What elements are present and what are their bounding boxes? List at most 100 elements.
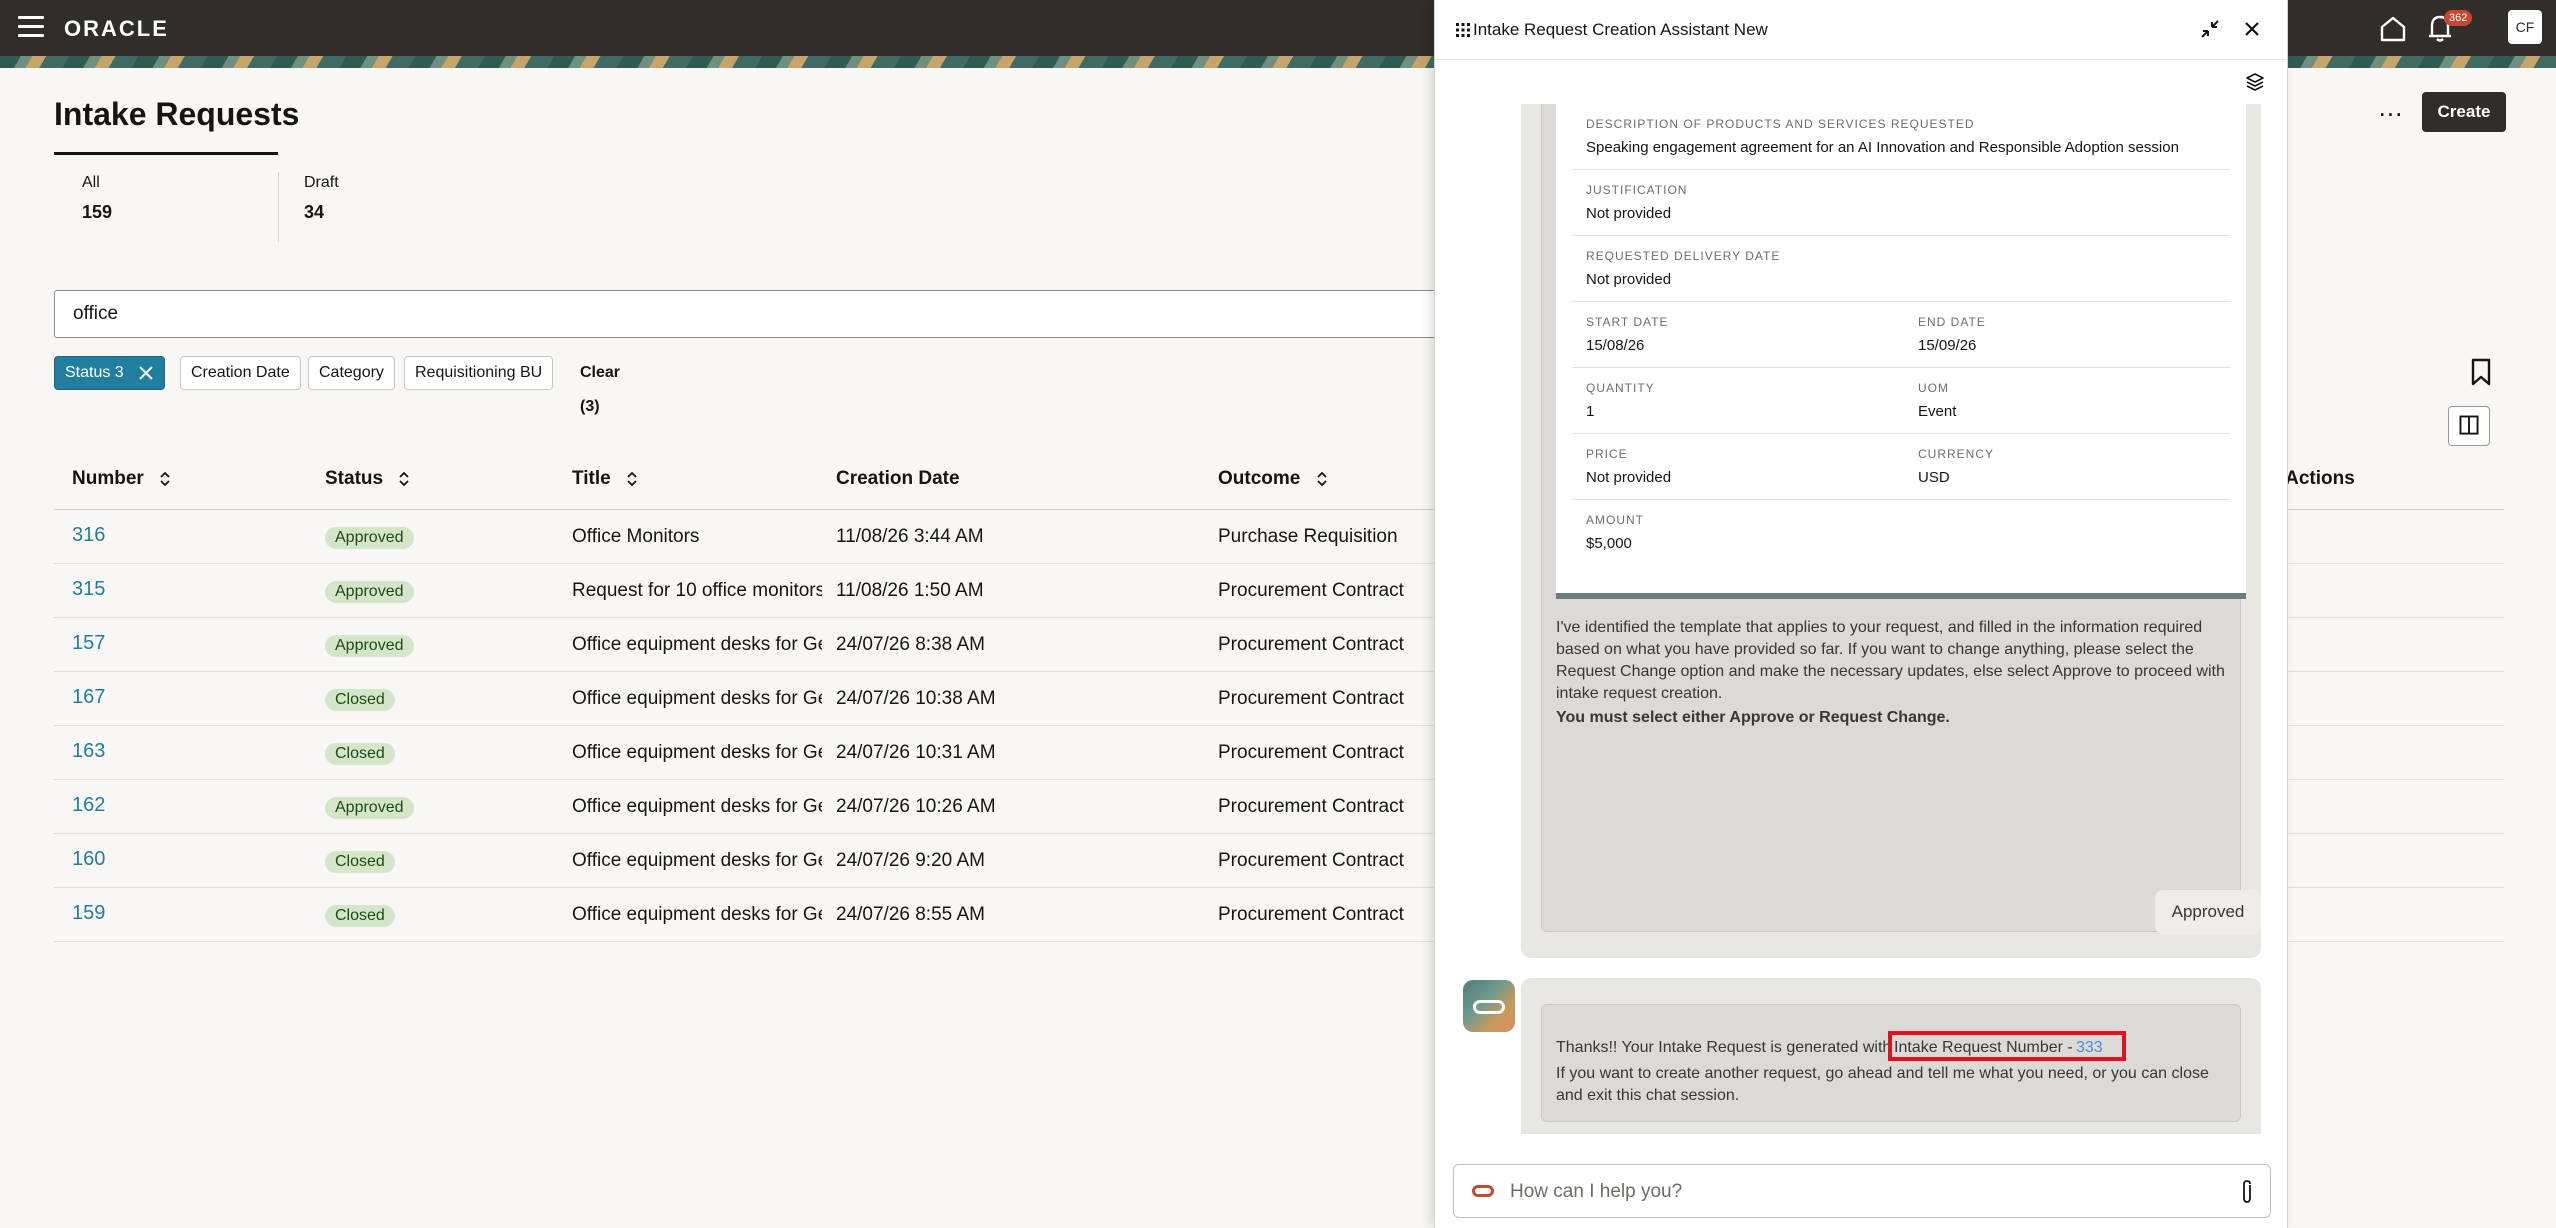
field-divider [1572,433,2230,434]
uom-value: Event [1918,403,1957,420]
column-header-label: Outcome [1218,468,1301,489]
creation-date: 24/07/26 10:38 AM [836,688,996,709]
columns-icon [2459,415,2479,435]
column-header-label: Title [572,468,611,489]
outcome: Procurement Contract [1218,580,1404,601]
description-value: Speaking engagement agreement for an AI … [1586,139,2179,156]
creation-date: 11/08/26 3:44 AM [836,526,984,547]
status-badge: Closed [325,689,395,711]
chat-transcript[interactable]: DESCRIPTION OF PRODUCTS AND SERVICES REQ… [1435,104,2287,1134]
status-filter-chip[interactable]: Status 3 [54,356,165,390]
intake-request-number-label: Intake Request Number - [1894,1039,2073,1056]
request-title: Office equipment desks for Ge [572,796,822,817]
count-tab-all[interactable]: All 159 [82,174,112,223]
request-number-link[interactable]: 159 [72,902,105,924]
create-button[interactable]: Create [2422,92,2506,132]
selected-tab-indicator [54,152,278,155]
notification-badge: 362 [2444,10,2473,26]
field-divider [1572,301,2230,302]
column-header-number[interactable]: Number [72,468,171,490]
request-number-link[interactable]: 160 [72,848,105,870]
outcome: Procurement Contract [1218,688,1404,709]
price-value: Not provided [1586,469,1672,486]
category-filter-chip[interactable]: Category [308,356,395,390]
hamburger-menu-icon[interactable] [18,16,44,38]
request-title: Office equipment desks for Ge [572,688,822,709]
column-header-title[interactable]: Title [572,468,638,490]
count-value: 159 [82,202,113,222]
field-divider [1572,499,2230,500]
user-reply-bubble: Approved [2155,890,2261,934]
sort-icon [160,471,170,487]
close-icon[interactable] [136,363,156,383]
request-summary-card: DESCRIPTION OF PRODUCTS AND SERVICES REQ… [1556,104,2246,599]
bookmark-icon[interactable] [2470,358,2492,386]
request-title: Office equipment desks for Ge [572,850,822,871]
field-divider [1572,367,2230,368]
status-badge: Approved [325,581,414,603]
confirmation-text: Thanks!! Your Intake Request is generate… [1556,1039,1892,1056]
count-label: Draft [304,174,339,191]
message-card: DESCRIPTION OF PRODUCTS AND SERVICES REQ… [1541,104,2246,932]
sort-icon [399,471,409,487]
count-tab-draft[interactable]: Draft 34 [304,174,339,223]
chat-input[interactable] [1510,1177,2210,1207]
request-title: Office equipment desks for Ge [572,904,822,925]
column-header-status[interactable]: Status [325,468,410,490]
request-title: Office equipment desks for Ge [572,742,822,763]
request-number-link[interactable]: 316 [72,524,105,546]
quantity-value: 1 [1586,403,1595,420]
request-number-link[interactable]: 163 [72,740,105,762]
oracle-logo[interactable]: ORACLE [64,16,169,42]
assistant-title: Intake Request Creation Assistant New [1473,20,1768,39]
home-icon[interactable] [2378,14,2408,42]
outcome: Procurement Contract [1218,904,1404,925]
user-avatar[interactable]: CF [2508,10,2542,44]
requisitioning-bu-filter-chip[interactable]: Requisitioning BU [404,356,554,390]
bot-required-action-text: You must select either Approve or Reques… [1556,709,1950,726]
assistant-message: DESCRIPTION OF PRODUCTS AND SERVICES REQ… [1521,104,2261,958]
message-card: Thanks!! Your Intake Request is generate… [1541,1004,2241,1122]
outcome: Procurement Contract [1218,796,1404,817]
request-number-link[interactable]: 157 [72,632,105,654]
close-icon[interactable] [2243,20,2261,38]
delivery-date-label: REQUESTED DELIVERY DATE [1586,249,1781,263]
status-badge: Approved [325,797,414,819]
column-header-label: Status [325,468,384,489]
start-date-label: START DATE [1586,315,1669,329]
chat-input-bar [1453,1164,2271,1218]
request-title: Office Monitors [572,526,700,547]
creation-date-filter-chip[interactable]: Creation Date [180,356,301,390]
status-badge: Approved [325,635,414,657]
start-date-value: 15/08/26 [1586,337,1645,354]
column-header-outcome[interactable]: Outcome [1218,468,1328,490]
price-label: PRICE [1586,447,1628,461]
more-actions-button[interactable]: ... [2366,92,2416,130]
column-header-label: Actions [2285,468,2355,489]
collapse-icon[interactable] [2199,18,2221,40]
status-badge: Closed [325,905,395,927]
layers-icon[interactable] [2245,72,2265,92]
field-divider [1572,169,2230,170]
outcome: Procurement Contract [1218,850,1404,871]
follow-up-text: If you want to create another request, g… [1556,1065,2209,1104]
paperclip-icon[interactable] [2238,1179,2256,1205]
request-number-link[interactable]: 315 [72,578,105,600]
clear-filters-button[interactable]: Clear (3) [580,356,620,415]
amount-value: $5,000 [1586,535,1632,552]
end-date-value: 15/09/26 [1918,337,1977,354]
request-title: Request for 10 office monitors [572,580,822,601]
columns-toggle-button[interactable] [2448,406,2490,446]
status-badge: Closed [325,743,395,765]
request-number-link[interactable]: 167 [72,686,105,708]
quantity-label: QUANTITY [1586,381,1655,395]
assistant-header: Intake Request Creation Assistant New [1435,0,2287,60]
search-input[interactable]: office [54,290,1494,338]
assistant-panel: Intake Request Creation Assistant New DE… [1434,0,2288,1228]
count-label: All [82,174,100,191]
intake-request-number-link[interactable]: 333 [2076,1039,2103,1057]
column-header-creation-date[interactable]: Creation Date [836,468,960,490]
count-value: 34 [304,202,325,222]
request-number-link[interactable]: 162 [72,794,105,816]
outcome: Purchase Requisition [1218,526,1398,547]
